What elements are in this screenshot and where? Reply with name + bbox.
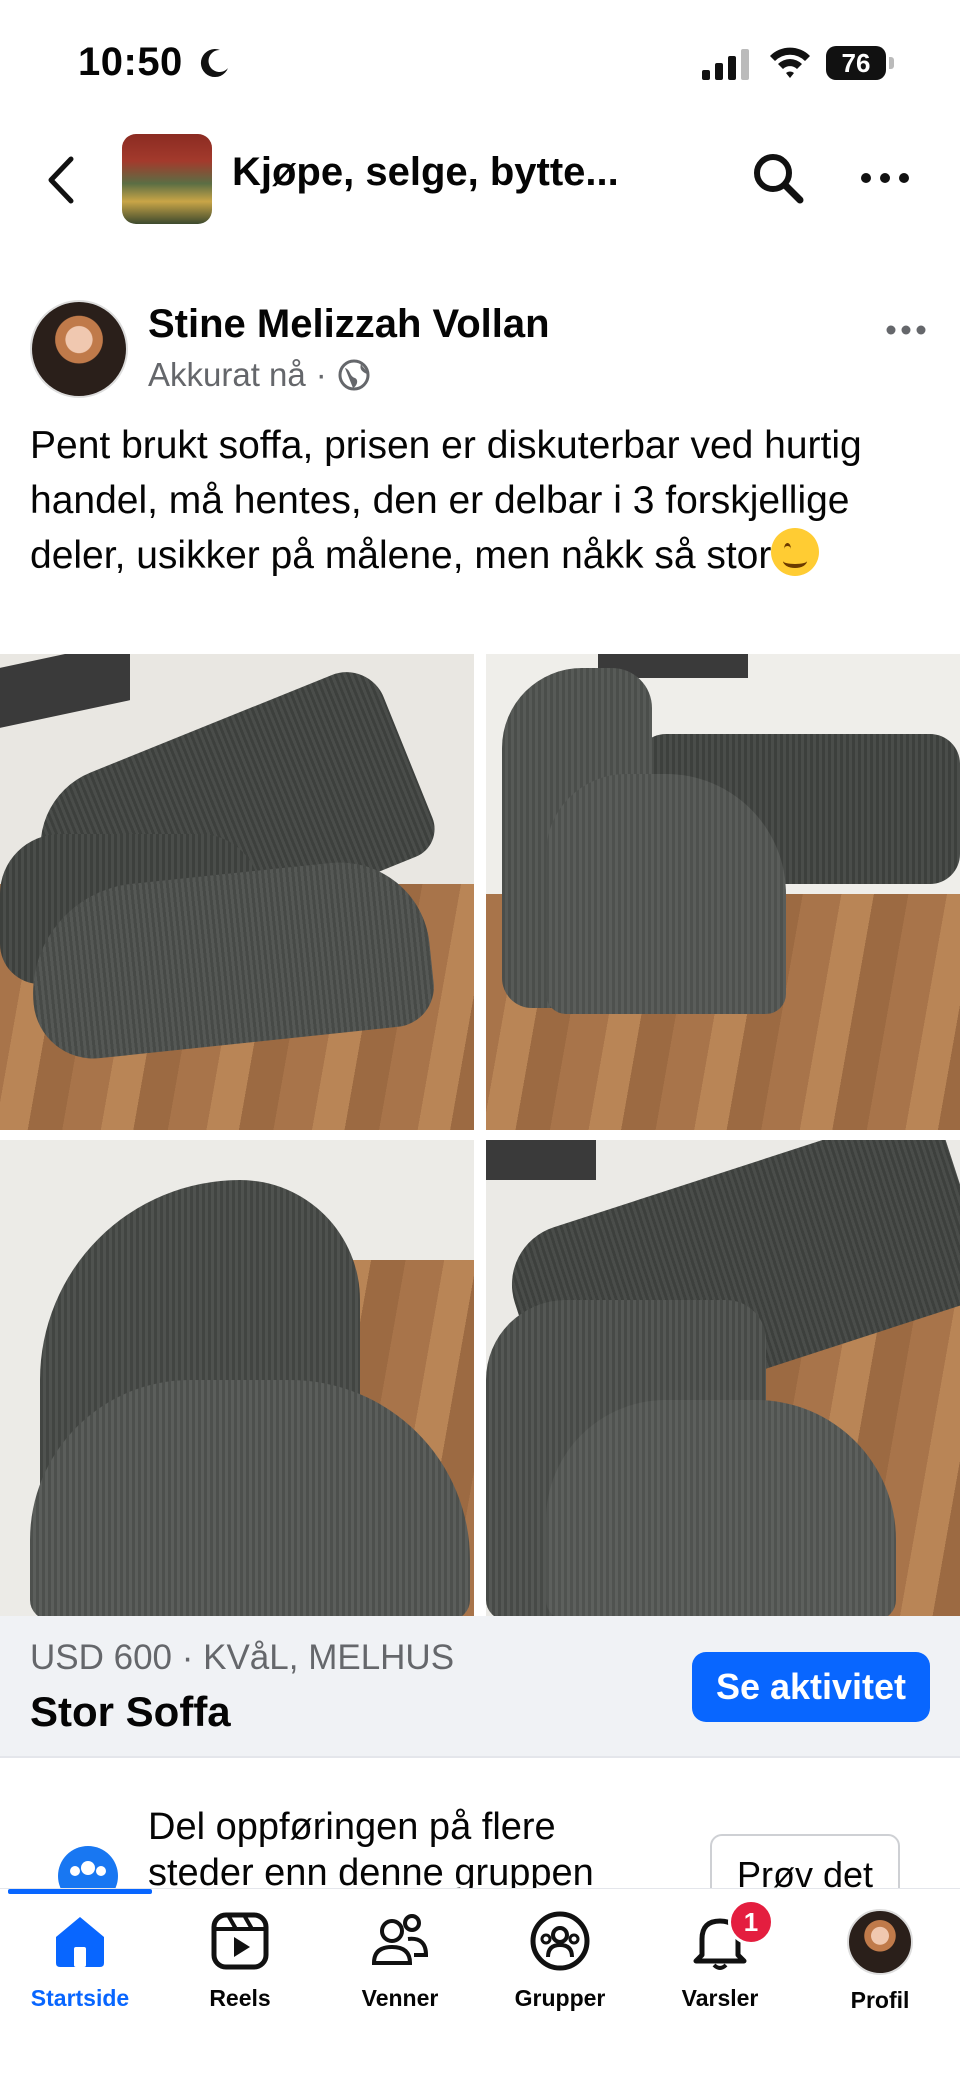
cellular-signal-icon bbox=[702, 49, 749, 80]
tab-label: Reels bbox=[209, 1985, 271, 2011]
tab-profile[interactable]: Profil bbox=[800, 1909, 960, 2029]
search-button[interactable] bbox=[748, 148, 808, 208]
tab-notifications[interactable]: 1 Varsler bbox=[640, 1899, 800, 2029]
author-avatar[interactable] bbox=[30, 300, 128, 398]
see-activity-button[interactable]: Se aktivitet bbox=[692, 1652, 930, 1722]
battery-level: 76 bbox=[826, 46, 886, 80]
more-options-button[interactable] bbox=[855, 148, 915, 208]
bottom-tab-bar: Startside Reels Venner Grupper 1 Varsler… bbox=[0, 1888, 960, 2078]
globe-icon bbox=[338, 359, 370, 391]
back-button[interactable] bbox=[30, 150, 90, 210]
post-body: Pent brukt soffa, prisen er diskuterbar … bbox=[30, 424, 862, 577]
tab-reels[interactable]: Reels bbox=[160, 1909, 320, 2029]
tab-home[interactable]: Startside bbox=[0, 1909, 160, 2029]
battery-icon: 76 bbox=[826, 46, 896, 80]
notifications-badge: 1 bbox=[728, 1899, 774, 1945]
post-time[interactable]: Akkurat nå bbox=[148, 356, 306, 394]
share-listing-promo: Del oppføringen på flere steder enn denn… bbox=[0, 1758, 960, 1888]
wifi-icon bbox=[770, 47, 810, 78]
listing-photo-2[interactable] bbox=[486, 654, 960, 1130]
group-title[interactable]: Kjøpe, selge, bytte... bbox=[232, 150, 652, 195]
chevron-left-icon bbox=[48, 156, 74, 204]
group-header: Kjøpe, selge, bytte... bbox=[0, 120, 960, 240]
tab-friends[interactable]: Venner bbox=[320, 1909, 480, 2029]
reels-icon bbox=[211, 1912, 269, 1970]
post-options-button[interactable] bbox=[876, 310, 936, 350]
status-time: 10:50 bbox=[78, 40, 183, 84]
listing-photo-1[interactable] bbox=[0, 654, 474, 1130]
listing-title: Stor Soffa bbox=[30, 1688, 231, 1735]
post-text: Pent brukt soffa, prisen er diskuterbar … bbox=[30, 418, 930, 583]
listing-photo-4[interactable] bbox=[486, 1140, 960, 1616]
more-horizontal-icon bbox=[886, 325, 926, 335]
status-bar: 10:50 76 bbox=[0, 0, 960, 120]
search-icon bbox=[754, 154, 804, 204]
photo-grid bbox=[0, 654, 960, 1616]
tab-label: Profil bbox=[850, 1987, 910, 2013]
group-thumbnail[interactable] bbox=[122, 134, 212, 224]
groups-icon bbox=[530, 1911, 590, 1971]
tab-groups[interactable]: Grupper bbox=[480, 1909, 640, 2029]
active-tab-indicator bbox=[8, 1889, 152, 1894]
tab-label: Varsler bbox=[681, 1985, 759, 2011]
listing-summary[interactable]: USD 600 · KVåL, MELHUS Stor Soffa Se akt… bbox=[0, 1616, 960, 1756]
tab-label: Startside bbox=[30, 1985, 130, 2011]
tab-label: Grupper bbox=[514, 1985, 606, 2011]
listing-photo-3[interactable] bbox=[0, 1140, 474, 1616]
meta-separator: · bbox=[315, 356, 327, 393]
listing-price-location: USD 600 · KVåL, MELHUS bbox=[30, 1638, 455, 1677]
post-author[interactable]: Stine Melizzah Vollan bbox=[148, 302, 550, 347]
try-it-button[interactable]: Prøv det bbox=[710, 1834, 900, 1888]
promo-text: Del oppføringen på flere steder enn denn… bbox=[148, 1806, 594, 1888]
post-meta: Akkurat nå · bbox=[148, 356, 371, 394]
groups-icon bbox=[58, 1846, 118, 1888]
friends-icon bbox=[371, 1914, 429, 1965]
smiling-face-emoji-icon bbox=[771, 528, 820, 576]
more-horizontal-icon bbox=[861, 173, 909, 183]
home-icon bbox=[56, 1917, 104, 1967]
moon-icon bbox=[200, 49, 228, 78]
profile-avatar bbox=[847, 1909, 913, 1975]
tab-label: Venner bbox=[361, 1985, 439, 2011]
